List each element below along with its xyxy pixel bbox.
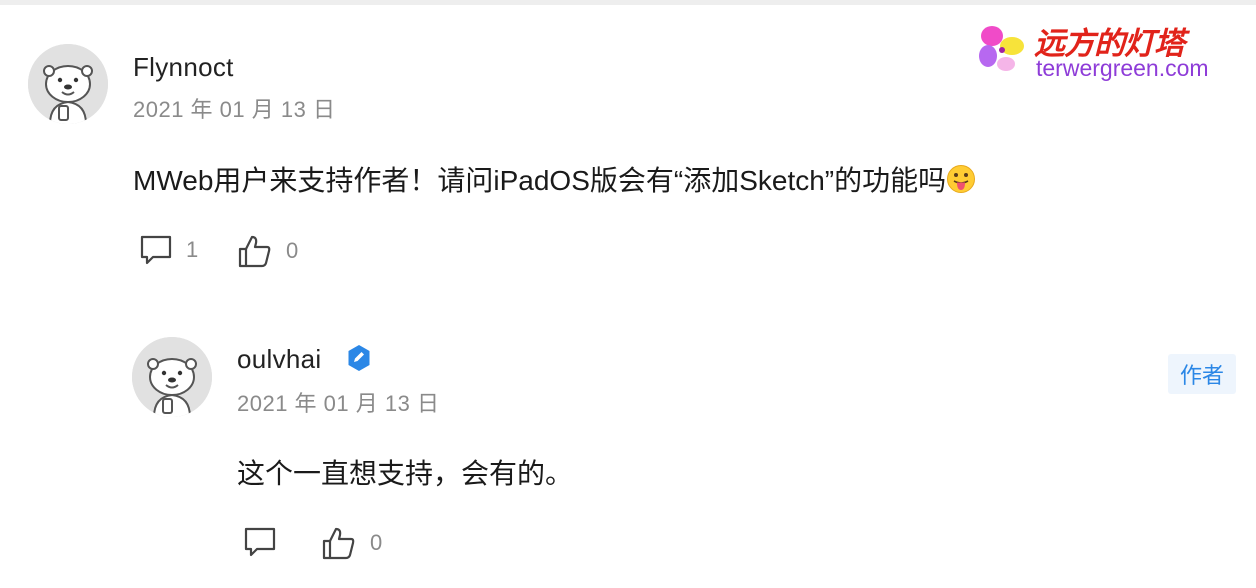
thumbs-up-icon bbox=[322, 527, 355, 560]
comment-icon bbox=[140, 235, 172, 265]
top-divider bbox=[0, 0, 1256, 5]
reply-text: 这个一直想支持，会有的。 bbox=[237, 458, 574, 489]
butterfly-logo-icon bbox=[979, 26, 1024, 71]
comment-date: 2021 年 01 月 13 日 bbox=[133, 97, 336, 122]
otter-avatar-icon bbox=[132, 337, 212, 417]
comment-icon bbox=[244, 527, 276, 557]
comment-text: MWeb用户来支持作者！请问iPadOS版会有“添加Sketch”的功能吗 bbox=[133, 159, 976, 199]
reply-count: 1 bbox=[186, 237, 199, 262]
comment-text-body: MWeb用户来支持作者！请问iPadOS版会有“添加Sketch”的功能吗 bbox=[133, 165, 947, 196]
like-count: 0 bbox=[286, 238, 299, 263]
avatar[interactable] bbox=[28, 44, 108, 124]
otter-avatar-icon bbox=[28, 44, 108, 124]
site-watermark: 远方的灯塔 terwergreen.com bbox=[976, 20, 1226, 81]
reply-avatar[interactable] bbox=[132, 337, 212, 417]
watermark-url: terwergreen.com bbox=[1036, 55, 1209, 81]
reply-author[interactable]: oulvhai bbox=[237, 344, 322, 375]
face-with-tongue-icon bbox=[947, 165, 976, 193]
comment-author[interactable]: Flynnoct bbox=[133, 52, 234, 83]
thumbs-up-icon bbox=[238, 235, 271, 268]
reply-button[interactable]: 1 bbox=[140, 234, 198, 266]
author-badge: 作者 bbox=[1168, 354, 1236, 394]
reply-like-count: 0 bbox=[370, 530, 383, 555]
verified-badge-icon bbox=[348, 345, 370, 371]
reply-to-reply-button[interactable] bbox=[244, 526, 276, 558]
like-button[interactable]: 0 bbox=[238, 234, 298, 268]
reply-like-button[interactable]: 0 bbox=[322, 526, 382, 560]
reply-date: 2021 年 01 月 13 日 bbox=[237, 391, 440, 416]
